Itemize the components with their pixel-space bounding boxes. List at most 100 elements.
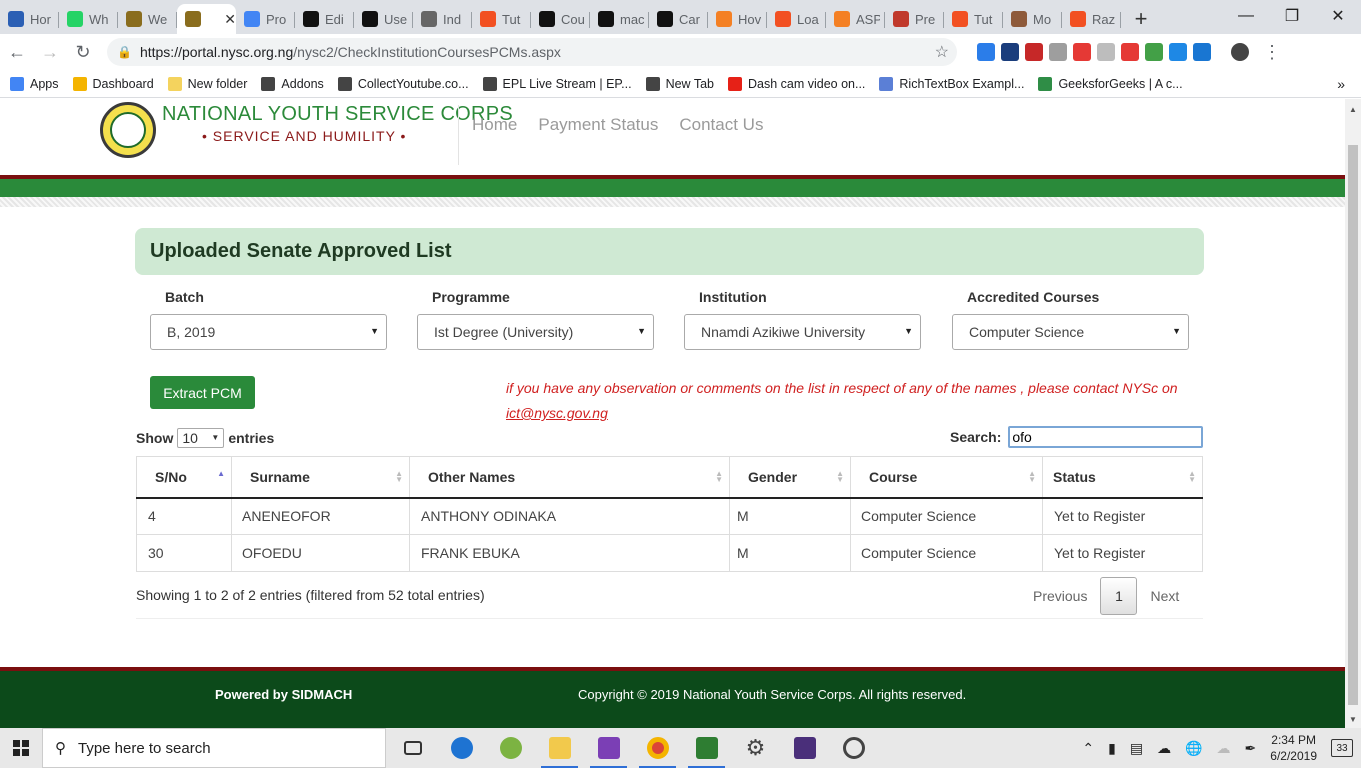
bookmark-item[interactable]: Dash cam video on... [727, 76, 865, 91]
onedrive-icon[interactable]: ☁ [1217, 740, 1231, 757]
search-input[interactable] [1008, 426, 1204, 448]
taskbar-search[interactable]: ⚲ Type here to search [42, 728, 386, 768]
terminal-app-icon[interactable] [780, 728, 829, 768]
spreadsheet-app-icon[interactable] [682, 728, 731, 768]
nav-payment-status[interactable]: Payment Status [538, 115, 658, 135]
sort-both-icon: ▲ ▼ [1028, 469, 1036, 484]
battery-icon[interactable]: ▮ [1108, 740, 1116, 757]
reload-icon[interactable]: ↻ [67, 36, 99, 68]
browser-tab[interactable]: Hor [0, 4, 59, 34]
extension-icon[interactable] [1073, 43, 1091, 61]
bookmarks-overflow-button[interactable]: » [1337, 76, 1345, 92]
browser-tab[interactable]: Car [649, 4, 708, 34]
bookmark-star-icon[interactable]: ☆ [935, 42, 949, 62]
bookmark-item[interactable]: RichTextBox Exampl... [879, 76, 1024, 91]
browser-tab[interactable]: Use [354, 4, 413, 34]
settings-gear-icon[interactable]: ⚙ [731, 728, 780, 768]
notification-center-icon[interactable]: 33 [1331, 739, 1353, 757]
start-button[interactable] [0, 728, 42, 768]
visual-studio-icon[interactable] [584, 728, 633, 768]
batch-select[interactable]: B, 2019 ▼ [150, 314, 387, 350]
bookmark-item[interactable]: Apps [10, 76, 59, 91]
programme-select[interactable]: Ist Degree (University) ▼ [417, 314, 654, 350]
browser-tab[interactable]: Loa [767, 4, 826, 34]
browser-tab[interactable]: We [118, 4, 177, 34]
browser-tab[interactable]: Edi [295, 4, 354, 34]
language-globe-icon[interactable]: 🌐 [1185, 740, 1202, 757]
browser-tab[interactable]: Mo [1003, 4, 1062, 34]
network-icon[interactable]: ☁ [1157, 740, 1171, 757]
forward-arrow-icon[interactable]: → [34, 36, 66, 68]
tab-close-icon[interactable]: ✕ [224, 11, 236, 28]
extension-icon[interactable] [1121, 43, 1139, 61]
bookmark-item[interactable]: EPL Live Stream | EP... [482, 76, 632, 91]
extension-icon[interactable] [1097, 43, 1115, 61]
extension-icon[interactable] [977, 43, 995, 61]
col-header-status[interactable]: Status ▲ ▼ [1042, 456, 1203, 499]
browser-tab[interactable]: Ind [413, 4, 472, 34]
browser-tab[interactable]: Tut [472, 4, 531, 34]
browser-tab[interactable]: ✕ [177, 4, 236, 34]
browser-tab[interactable]: Tut [944, 4, 1003, 34]
page-1-button[interactable]: 1 [1100, 577, 1138, 615]
bookmark-item[interactable]: New folder [167, 76, 247, 91]
browser-tab[interactable]: mac [590, 4, 649, 34]
scroll-down-icon[interactable]: ▼ [1349, 715, 1357, 724]
extension-icon[interactable] [1001, 43, 1019, 61]
browser-tab[interactable]: ASP [826, 4, 885, 34]
bookmark-item[interactable]: New Tab [645, 76, 714, 91]
notice-email-link[interactable]: ict@nysc.gov.ng [506, 405, 608, 421]
edge-icon[interactable] [437, 728, 486, 768]
browser-tab[interactable]: Pro [236, 4, 295, 34]
bookmark-item[interactable]: Dashboard [72, 76, 154, 91]
page-scrollbar[interactable]: ▲ ▼ [1345, 99, 1361, 728]
back-arrow-icon[interactable]: ← [1, 36, 33, 68]
nav-home[interactable]: Home [472, 115, 517, 135]
bookmark-item[interactable]: CollectYoutube.co... [337, 76, 469, 91]
minimize-icon[interactable]: — [1223, 0, 1269, 32]
restore-icon[interactable]: ❐ [1269, 0, 1315, 32]
browser-menu-icon[interactable]: ⋮ [1263, 42, 1281, 63]
nav-contact-us[interactable]: Contact Us [679, 115, 763, 135]
address-bar[interactable]: 🔒 https://portal.nysc.org.ng/nysc2/Check… [107, 38, 957, 66]
meet-now-icon[interactable]: ▤ [1130, 740, 1143, 757]
bookmark-item[interactable]: Addons [261, 76, 324, 91]
previous-page-button[interactable]: Previous [1020, 577, 1100, 615]
media-app-icon[interactable] [829, 728, 878, 768]
browser-tab[interactable]: Hov [708, 4, 767, 34]
scroll-thumb[interactable] [1348, 145, 1358, 705]
pen-icon[interactable]: ✒ [1245, 740, 1257, 757]
courses-select[interactable]: Computer Science ▼ [952, 314, 1189, 350]
file-explorer-icon[interactable] [535, 728, 584, 768]
cell-gender: M [729, 534, 851, 572]
chameleon-app-icon[interactable] [486, 728, 535, 768]
scroll-up-icon[interactable]: ▲ [1349, 105, 1357, 114]
extension-icon[interactable] [1193, 43, 1211, 61]
page-length-select[interactable]: 10 ▼ [177, 428, 225, 448]
col-header-surname[interactable]: Surname ▲ ▼ [231, 456, 410, 499]
col-header-other-names[interactable]: Other Names ▲ ▼ [409, 456, 730, 499]
extension-icon[interactable] [1145, 43, 1163, 61]
extension-icon[interactable] [1049, 43, 1067, 61]
browser-tab[interactable]: Raz [1062, 4, 1121, 34]
tray-chevron-icon[interactable]: ⌃ [1082, 740, 1094, 757]
task-view-icon[interactable] [388, 728, 437, 768]
nysc-logo[interactable] [100, 102, 156, 158]
bookmark-item[interactable]: GeeksforGeeks | A c... [1038, 76, 1183, 91]
extension-icon[interactable] [1025, 43, 1043, 61]
close-window-icon[interactable]: ✕ [1315, 0, 1361, 32]
browser-tab[interactable]: Cou [531, 4, 590, 34]
new-tab-button[interactable]: + [1121, 4, 1161, 34]
browser-tab[interactable]: Pre [885, 4, 944, 34]
institution-select[interactable]: Nnamdi Azikiwe University ▼ [684, 314, 921, 350]
chrome-icon[interactable] [633, 728, 682, 768]
extract-pcm-button[interactable]: Extract PCM [150, 376, 255, 409]
col-header-gender[interactable]: Gender ▲ ▼ [729, 456, 851, 499]
extension-icon[interactable] [1169, 43, 1187, 61]
browser-tab[interactable]: Wh [59, 4, 118, 34]
taskbar-clock[interactable]: 2:34 PM 6/2/2019 [1270, 732, 1317, 764]
profile-avatar[interactable] [1231, 43, 1249, 61]
col-header-sno[interactable]: S/No ▲ [136, 456, 232, 499]
next-page-button[interactable]: Next [1137, 577, 1192, 615]
col-header-course[interactable]: Course ▲ ▼ [850, 456, 1043, 499]
